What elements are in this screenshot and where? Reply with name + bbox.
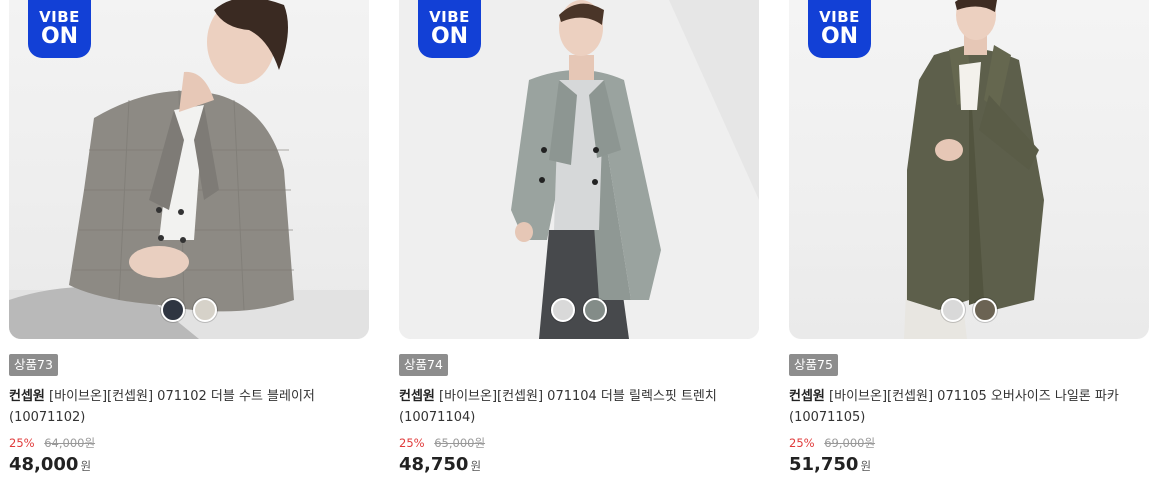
discount-rate: 25% <box>9 436 35 450</box>
product-name: [바이브온][컨셉원] 071104 더블 릴렉스핏 트렌치 <box>439 389 717 404</box>
price-row: 25% 65,000원 <box>399 435 485 451</box>
currency-unit: 원 <box>860 459 872 473</box>
product-card[interactable]: VIBE ON 상품74 컨셉원 [바이브온][컨셉원] 071104 더블 릴… <box>399 0 759 490</box>
sale-price-value: 48,750 <box>399 454 469 475</box>
sale-price: 48,750 원 <box>399 454 481 475</box>
discount-rate: 25% <box>399 436 425 450</box>
color-swatch-beige[interactable] <box>193 298 217 322</box>
product-card[interactable]: VIBE ON 상품73 컨셉원 [바이브온][컨셉원] 071102 더블 수… <box>9 0 369 490</box>
color-swatch-olive[interactable] <box>973 298 997 322</box>
vibe-on-badge: VIBE ON <box>418 0 481 58</box>
product-image[interactable]: VIBE ON <box>9 0 369 339</box>
product-card[interactable]: VIBE ON 상품75 컨셉원 [바이브온][컨셉원] 071105 오버사이… <box>789 0 1149 490</box>
product-number-tag: 상품75 <box>789 354 838 376</box>
discount-rate: 25% <box>789 436 815 450</box>
color-swatch-light-gray[interactable] <box>551 298 575 322</box>
price-row: 25% 64,000원 <box>9 435 95 451</box>
product-title[interactable]: 컨셉원 [바이브온][컨셉원] 071102 더블 수트 블레이저 (10071… <box>9 386 359 428</box>
color-swatches <box>161 298 217 322</box>
product-image[interactable]: VIBE ON <box>789 0 1149 339</box>
color-swatch-navy[interactable] <box>161 298 185 322</box>
sale-price: 48,000 원 <box>9 454 91 475</box>
product-title[interactable]: 컨셉원 [바이브온][컨셉원] 071105 오버사이즈 나일론 파카 (100… <box>789 386 1139 428</box>
product-number-tag: 상품74 <box>399 354 448 376</box>
sale-price: 51,750 원 <box>789 454 871 475</box>
vibe-on-badge: VIBE ON <box>28 0 91 58</box>
color-swatches <box>551 298 607 322</box>
product-title[interactable]: 컨셉원 [바이브온][컨셉원] 071104 더블 릴렉스핏 트렌치 (1007… <box>399 386 749 428</box>
brand-name: 컨셉원 <box>9 389 45 404</box>
sale-price-value: 51,750 <box>789 454 859 475</box>
color-swatch-sage[interactable] <box>583 298 607 322</box>
currency-unit: 원 <box>80 459 92 473</box>
vibe-on-badge: VIBE ON <box>808 0 871 58</box>
product-number-tag: 상품73 <box>9 354 58 376</box>
brand-name: 컨셉원 <box>789 389 825 404</box>
product-grid: VIBE ON 상품73 컨셉원 [바이브온][컨셉원] 071102 더블 수… <box>0 0 1150 490</box>
original-price: 64,000원 <box>44 436 96 450</box>
product-code: (10071105) <box>789 410 866 425</box>
product-name: [바이브온][컨셉원] 071105 오버사이즈 나일론 파카 <box>829 389 1119 404</box>
sale-price-value: 48,000 <box>9 454 79 475</box>
color-swatches <box>941 298 997 322</box>
currency-unit: 원 <box>470 459 482 473</box>
original-price: 65,000원 <box>434 436 486 450</box>
color-swatch-light-gray[interactable] <box>941 298 965 322</box>
price-row: 25% 69,000원 <box>789 435 875 451</box>
product-code: (10071102) <box>9 410 86 425</box>
product-code: (10071104) <box>399 410 476 425</box>
product-name: [바이브온][컨셉원] 071102 더블 수트 블레이저 <box>49 389 315 404</box>
brand-name: 컨셉원 <box>399 389 435 404</box>
product-image[interactable]: VIBE ON <box>399 0 759 339</box>
original-price: 69,000원 <box>824 436 876 450</box>
